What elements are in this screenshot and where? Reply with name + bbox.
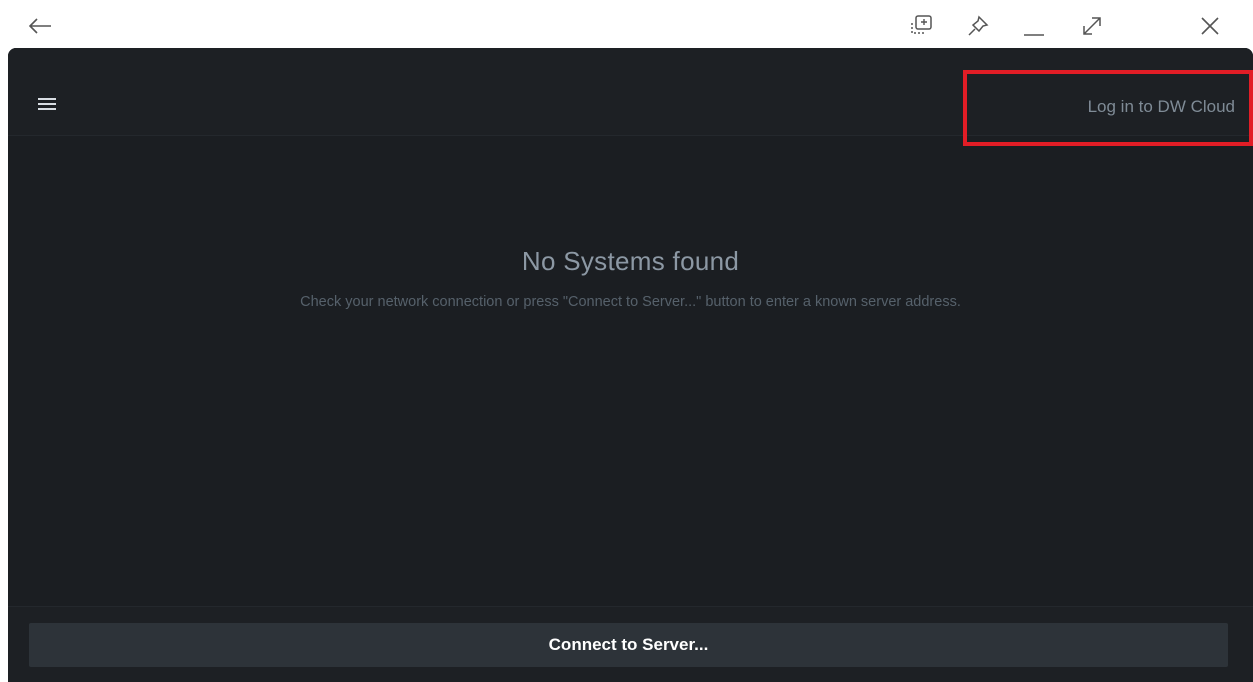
footer-bar: Connect to Server... [8,606,1253,682]
minimize-icon[interactable] [1014,8,1054,44]
connect-to-server-button[interactable]: Connect to Server... [29,623,1228,667]
screenshot-frame: Log in to DW Cloud No Systems found Chec… [0,0,1253,682]
login-dw-cloud-link[interactable]: Log in to DW Cloud [1088,97,1235,117]
pin-icon[interactable] [958,8,998,44]
close-icon[interactable] [1190,8,1230,44]
expand-icon[interactable] [1072,8,1112,44]
back-arrow-icon[interactable] [20,8,60,44]
empty-state-message: Check your network connection or press "… [300,294,961,310]
empty-state-title: No Systems found [521,246,740,276]
screen-capture-icon[interactable] [902,8,942,44]
window-titlebar [0,0,1253,48]
app-window: Log in to DW Cloud No Systems found Chec… [8,48,1253,682]
app-header: Log in to DW Cloud [8,48,1253,136]
menu-icon[interactable] [34,96,64,116]
